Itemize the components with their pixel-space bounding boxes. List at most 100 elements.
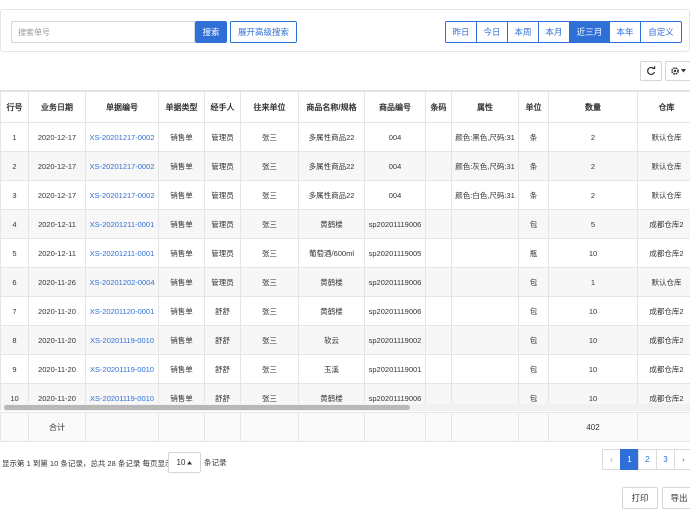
table-cell: 5 [0,238,29,268]
table-cell: sp20201119005 [364,238,426,268]
table-row[interactable]: 7 2020-11-20 XS-20201120-0001 销售单 舒舒 张三 黄鹤楼 sp2… [0,296,690,326]
date-filter-this-month[interactable]: 本月 [538,21,570,43]
table-cell: 张三 [240,354,299,384]
table-cell: 10 [548,354,638,384]
table-cell: 管理员 [204,267,241,297]
table-cell: 2020-12-17 [28,122,86,152]
page-size-select[interactable]: 10 [168,452,201,473]
sales-detail-table: 行号 业务日期 单据编号 单据类型 经手人 往来单位 商品名称/规格 商品编号 条码 属性 单位 数量… [0,90,690,411]
table-cell: 销售单 [158,180,205,210]
table-cell: 3 [0,180,29,210]
table-cell: 黄鹤楼 [298,209,365,239]
scrollbar-thumb[interactable] [4,405,410,410]
table-cell: 成都仓库2 [637,354,690,384]
table-cell: 2020-11-20 [28,296,86,326]
table-cell: 舒舒 [204,296,241,326]
search-button[interactable]: 搜索 [195,21,227,43]
date-filter-yesterday[interactable]: 昨日 [445,21,477,43]
table-row[interactable]: 9 2020-11-20 XS-20201119-0010 销售单 舒舒 张三 玉溪 sp20… [0,354,690,384]
order-number-link[interactable]: XS-20201119-0010 [85,354,159,384]
export-button[interactable]: 导出 [662,487,690,509]
horizontal-scrollbar[interactable] [4,404,690,411]
table-cell [451,325,519,355]
table-cell [451,354,519,384]
order-number-link[interactable]: XS-20201217-0002 [85,122,159,152]
column-header: 业务日期 [28,91,86,123]
search-panel: 搜索 展开高级搜索 昨日 今日 本周 本月 近三月 本年 自定义 [0,9,690,52]
table-cell: 6 [0,267,29,297]
date-filter-today[interactable]: 今日 [476,21,508,43]
table-cell: 销售单 [158,151,205,181]
order-number-link[interactable]: XS-20201119-0010 [85,325,159,355]
column-header: 单位 [518,91,549,123]
table-cell: 条 [518,151,549,181]
advanced-search-button[interactable]: 展开高级搜索 [230,21,297,43]
table-cell [425,209,452,239]
date-filter-custom[interactable]: 自定义 [640,21,682,43]
table-row[interactable]: 6 2020-11-26 XS-20201202-0004 销售单 管理员 张三 黄鹤楼 sp… [0,267,690,297]
page-button-1[interactable]: 1 [620,449,639,470]
order-number-link[interactable]: XS-20201217-0002 [85,151,159,181]
total-cell-empty [298,412,365,442]
column-header: 经手人 [204,91,241,123]
table-cell: 2020-12-17 [28,151,86,181]
refresh-button[interactable] [640,61,662,81]
column-header: 商品名称/规格 [298,91,365,123]
table-cell: 颜色:灰色,尺码:31 [451,151,519,181]
table-row[interactable]: 3 2020-12-17 XS-20201217-0002 销售单 管理员 张三 多属性商品… [0,180,690,210]
date-filter-last-three-months[interactable]: 近三月 [569,21,610,43]
table-cell: 舒舒 [204,325,241,355]
order-number-link[interactable]: XS-20201211-0001 [85,238,159,268]
table-cell: 004 [364,180,426,210]
table-cell: 条 [518,180,549,210]
print-button[interactable]: 打印 [622,487,658,509]
column-settings-button[interactable] [665,61,690,81]
table-cell: 5 [548,209,638,239]
table-cell: sp20201119001 [364,354,426,384]
column-header: 条码 [425,91,452,123]
page-next-button[interactable]: › [674,449,690,470]
date-filter-this-year[interactable]: 本年 [609,21,641,43]
table-cell [425,325,452,355]
table-cell: 成都仓库2 [637,325,690,355]
pagination-info: 显示第 1 到第 10 条记录，总共 28 条记录 每页显示 [2,458,173,468]
table-cell: 管理员 [204,122,241,152]
total-row: 合计 402 [0,412,690,442]
table-cell: 多属性商品22 [298,151,365,181]
table-cell: 多属性商品22 [298,122,365,152]
order-number-link[interactable]: XS-20201120-0001 [85,296,159,326]
column-header: 单据类型 [158,91,205,123]
table-cell: 2020-12-17 [28,180,86,210]
table-cell: 葡萄酒/600ml [298,238,365,268]
table-cell: sp20201119006 [364,267,426,297]
order-number-link[interactable]: XS-20201211-0001 [85,209,159,239]
table-row[interactable]: 8 2020-11-20 XS-20201119-0010 销售单 舒舒 张三 软云 sp20… [0,325,690,355]
table-cell: 10 [548,296,638,326]
total-cell-empty [204,412,241,442]
table-row[interactable]: 1 2020-12-17 XS-20201217-0002 销售单 管理员 张三 多属性商品… [0,122,690,152]
table-row[interactable]: 5 2020-12-11 XS-20201211-0001 销售单 管理员 张三 葡萄酒/6… [0,238,690,268]
total-cell-empty [637,412,690,442]
table-cell [425,180,452,210]
table-cell: 张三 [240,238,299,268]
table-cell: 7 [0,296,29,326]
page-button-3[interactable]: 3 [656,449,675,470]
page-button-2[interactable]: 2 [638,449,657,470]
table-row[interactable]: 2 2020-12-17 XS-20201217-0002 销售单 管理员 张三 多属性商品… [0,151,690,181]
table-cell: 8 [0,325,29,355]
table-row[interactable]: 4 2020-12-11 XS-20201211-0001 销售单 管理员 张三 黄鹤楼 sp… [0,209,690,239]
table-cell: 颜色:黑色,尺码:31 [451,122,519,152]
order-number-link[interactable]: XS-20201217-0002 [85,180,159,210]
table-cell: 张三 [240,267,299,297]
table-cell [451,267,519,297]
date-filter-this-week[interactable]: 本周 [507,21,539,43]
table-cell: 默认仓库 [637,122,690,152]
column-header: 商品编号 [364,91,426,123]
order-number-link[interactable]: XS-20201202-0004 [85,267,159,297]
column-header: 数量 [548,91,638,123]
caret-up-icon [187,460,193,464]
search-input[interactable] [11,21,195,43]
table-cell: 张三 [240,180,299,210]
page-prev-button[interactable]: ‹ [602,449,621,470]
pagination: ‹ 1 2 3 › [602,449,690,470]
